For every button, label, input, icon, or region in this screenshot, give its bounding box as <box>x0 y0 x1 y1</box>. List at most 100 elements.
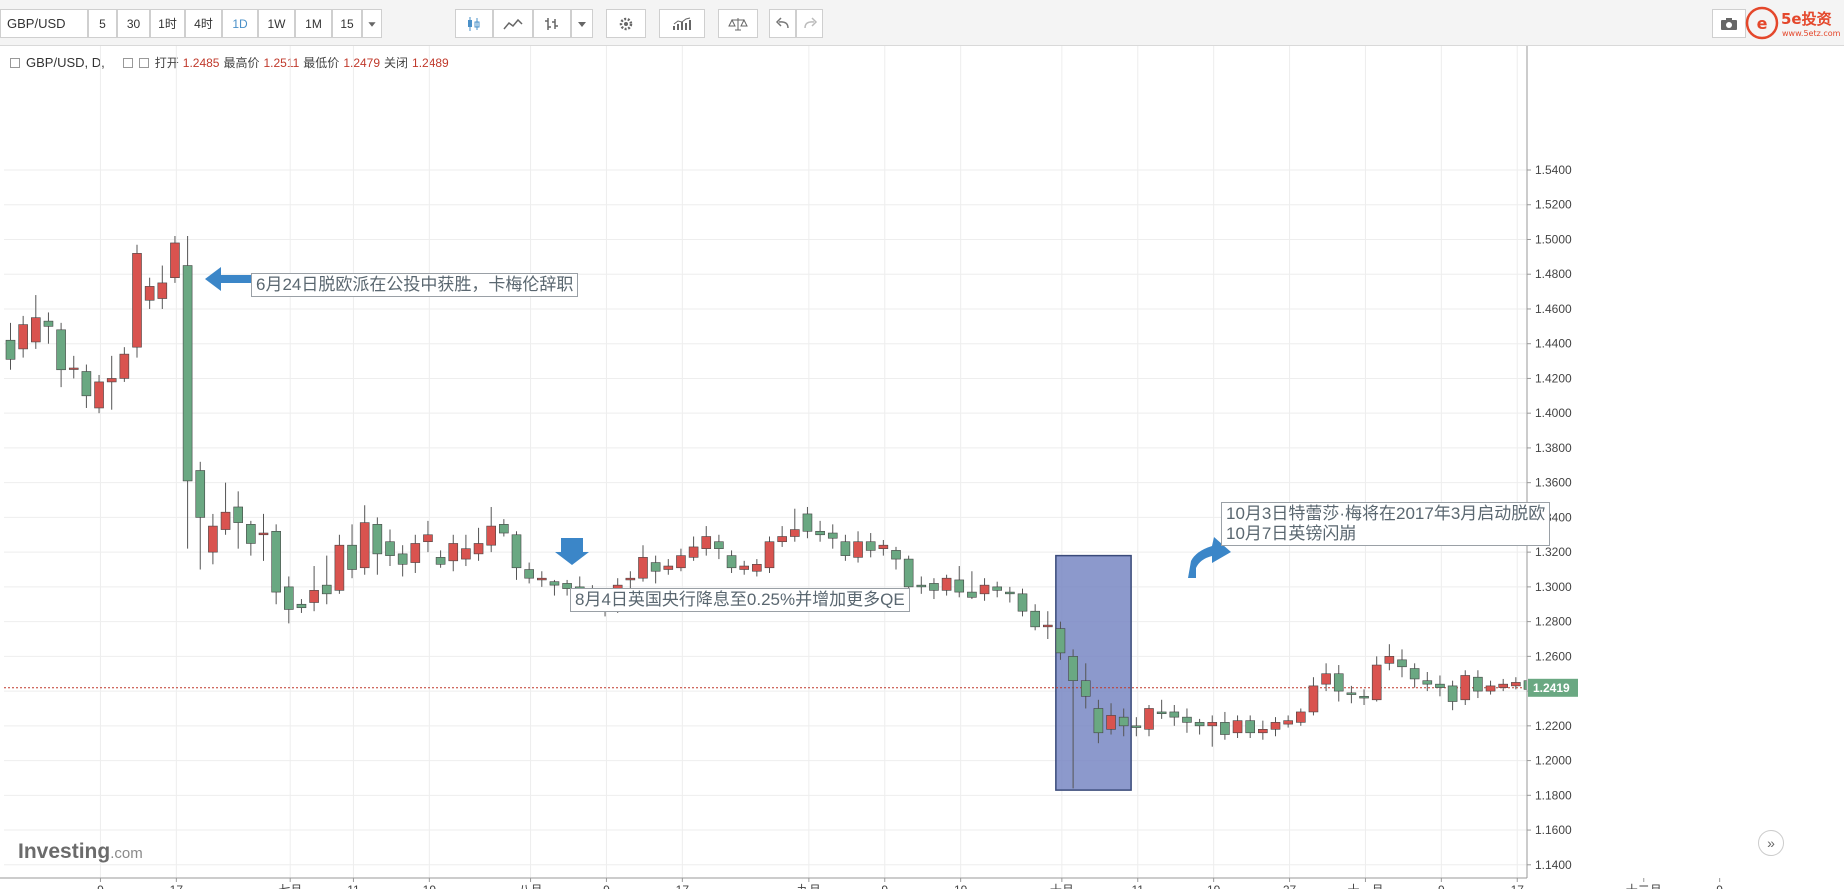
candle <box>903 555 914 593</box>
time-tick-label: 七月 <box>278 883 302 889</box>
price-axis[interactable]: 1.14001.16001.18001.20001.22001.24001.26… <box>1526 46 1844 889</box>
price-chart[interactable]: 1.14001.16001.18001.20001.22001.24001.26… <box>0 46 1844 889</box>
candle-body <box>1043 624 1053 628</box>
candle-body <box>549 581 560 586</box>
time-tick-label: 9 <box>97 883 104 889</box>
price-tick-label: 1.3800 <box>1535 441 1572 455</box>
candle <box>94 374 104 414</box>
candle-body <box>1017 593 1028 612</box>
interval-1m-button[interactable]: 1M <box>295 9 332 38</box>
scroll-to-latest-button[interactable]: » <box>1758 830 1784 856</box>
candle-body <box>992 586 1003 591</box>
style-dropdown-button[interactable] <box>571 9 593 38</box>
interval-30m-button[interactable]: 30 <box>117 9 150 38</box>
line-style-button[interactable] <box>493 9 533 38</box>
candle <box>486 506 497 553</box>
candle-body <box>321 584 332 595</box>
candle-body <box>233 506 243 523</box>
bars-style-button[interactable] <box>533 9 571 38</box>
candle <box>840 534 851 561</box>
watermark-suffix: .com <box>110 845 143 862</box>
candle-body <box>1283 720 1293 725</box>
interval-dropdown-button[interactable] <box>362 9 382 38</box>
candle-body <box>359 522 370 569</box>
candle <box>815 520 825 542</box>
candle-body <box>486 525 497 546</box>
candle-body <box>208 525 218 553</box>
candle-body <box>334 544 345 591</box>
compare-button[interactable] <box>718 9 758 38</box>
candle-body <box>663 565 674 570</box>
candles-style-button[interactable] <box>455 9 493 38</box>
candle-body <box>157 282 168 299</box>
candle-body <box>283 586 294 610</box>
watermark-brand: Investing <box>18 840 111 863</box>
undo-icon <box>775 16 789 28</box>
candle <box>992 581 1003 598</box>
interval-1d-button[interactable]: 1D <box>222 9 258 38</box>
chart-grid <box>4 46 1721 878</box>
interval-4h-button[interactable]: 4时 <box>185 9 222 38</box>
candle-body <box>385 541 395 556</box>
candle-body <box>536 577 547 581</box>
candle <box>246 520 256 556</box>
indicators-button[interactable] <box>659 9 705 38</box>
time-axis[interactable]: 9 17 七月 11 19 八月 9 17 九月 9 19 十月 11 19 27 十一月 9 17 十二月 9 <box>0 877 1844 889</box>
time-tick-label: 19 <box>1207 883 1221 889</box>
candle-body <box>1371 664 1382 701</box>
candle-body <box>1232 720 1243 734</box>
candle <box>1333 665 1344 702</box>
candle-body <box>372 524 383 555</box>
price-tick-label: 1.4800 <box>1535 267 1572 281</box>
settings-button[interactable] <box>606 9 646 38</box>
svg-text:5e投资: 5e投资 <box>1781 10 1832 28</box>
candle-body <box>1220 722 1230 735</box>
candle-body <box>1485 685 1496 692</box>
interval-5m-button[interactable]: 5 <box>88 9 117 38</box>
symbol-input[interactable]: GBP/USD <box>0 9 88 38</box>
time-tick-label: 27 <box>1283 883 1297 889</box>
candle <box>1359 689 1369 705</box>
area-chart-icon <box>503 18 523 29</box>
candle-body <box>347 544 357 570</box>
candle <box>752 559 762 577</box>
candle <box>1169 704 1180 726</box>
redo-button[interactable] <box>796 9 823 38</box>
time-tick-label: 17 <box>676 883 690 889</box>
candle-body <box>246 524 256 544</box>
candle-body <box>132 253 142 348</box>
interval-1w-button[interactable]: 1W <box>258 9 295 38</box>
candle <box>258 513 269 561</box>
candle <box>1371 656 1382 702</box>
candle-body <box>638 557 648 579</box>
time-tick-label: 9 <box>603 883 610 889</box>
candle <box>5 322 16 370</box>
interval-1h-button[interactable]: 1时 <box>150 9 185 38</box>
candle-body <box>1030 610 1040 628</box>
candle-body <box>18 324 28 350</box>
candle-body <box>714 541 724 549</box>
candle-body <box>106 378 117 383</box>
interval-15-button[interactable]: 15 <box>332 9 362 38</box>
time-tick-label: 八月 <box>519 883 543 889</box>
candle-body <box>43 320 54 327</box>
candle-body <box>473 543 484 555</box>
candle <box>511 531 522 580</box>
snapshot-button[interactable] <box>1712 9 1746 38</box>
price-tick-label: 1.2200 <box>1535 719 1572 733</box>
price-tick-label: 1.3600 <box>1535 476 1572 490</box>
candle-body <box>650 562 661 572</box>
candle-body <box>182 265 193 482</box>
candle-body <box>1207 722 1218 727</box>
brexit-vote-arrow-icon <box>205 267 253 291</box>
price-tick-label: 1.4600 <box>1535 302 1572 316</box>
candle <box>701 526 712 556</box>
candle-body <box>1333 673 1344 692</box>
undo-button[interactable] <box>769 9 796 38</box>
candle-body <box>1270 722 1281 730</box>
candle-body <box>840 541 851 556</box>
candle <box>499 519 509 537</box>
redo-icon <box>803 16 817 28</box>
annotation-october-events: 10月3日特蕾莎·梅将在2017年3月启动脱欧 10月7日英镑闪崩 <box>1221 502 1551 546</box>
candle-body <box>853 541 863 558</box>
